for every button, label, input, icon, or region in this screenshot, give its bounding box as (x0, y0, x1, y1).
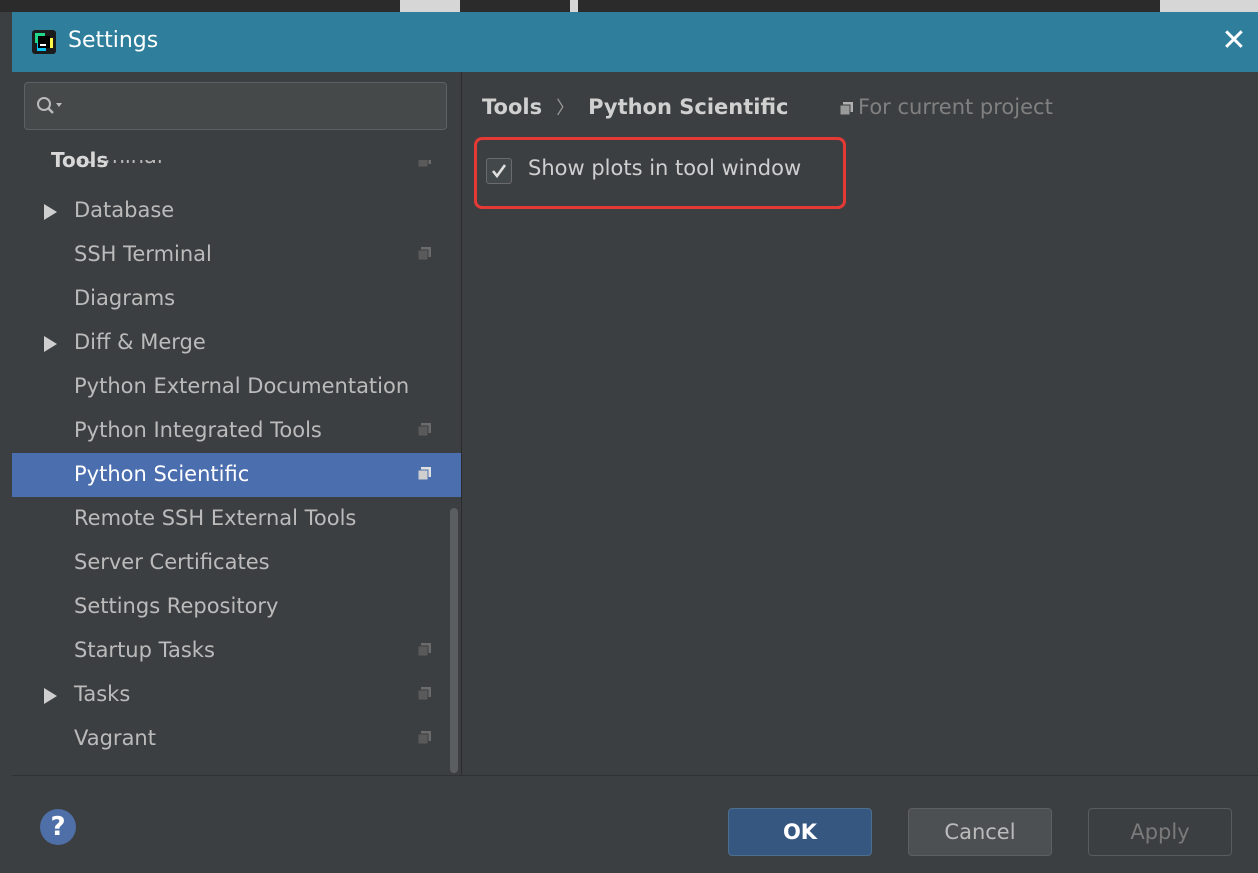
expand-arrow-icon[interactable] (44, 688, 57, 704)
expand-arrow-icon[interactable] (44, 336, 57, 352)
tree-item-label: Python External Documentation (74, 374, 410, 398)
tree-item-label: Diagrams (74, 286, 176, 310)
breadcrumb-parent[interactable]: Tools (482, 95, 542, 119)
settings-content-panel: Tools 〉 Python Scientific For current proj… (462, 72, 1258, 775)
tree-item-label: Diff & Merge (74, 330, 206, 354)
tree-item-server-certificates[interactable]: Server Certificates (12, 541, 461, 585)
project-scope-icon (418, 687, 431, 700)
sidebar-scrollbar[interactable] (450, 508, 458, 773)
cancel-button[interactable]: Cancel (908, 808, 1052, 856)
tree-item-vagrant[interactable]: Vagrant (12, 717, 461, 761)
project-scope-icon (418, 467, 431, 480)
close-icon[interactable]: ✕ (1218, 25, 1250, 57)
show-plots-label[interactable]: Show plots in tool window (528, 156, 801, 180)
tree-item-diagrams[interactable]: Diagrams (12, 277, 461, 321)
tree-item-diff-merge[interactable]: Diff & Merge (12, 321, 461, 365)
search-icon (37, 97, 62, 114)
breadcrumb-separator: 〉 (556, 98, 575, 119)
tree-item-label: Startup Tasks (74, 638, 215, 662)
scope-note-text: For current project (858, 95, 1053, 119)
show-plots-checkbox[interactable] (486, 158, 512, 184)
tree-item-python-scientific[interactable]: Python Scientific (12, 453, 461, 497)
tree-item-database[interactable]: Database (12, 189, 461, 233)
tree-item-label: Vagrant (74, 726, 156, 750)
title-bar: Settings ✕ (12, 12, 1258, 72)
settings-window: Settings ✕ Terminal Tools Database SSH T… (0, 0, 1258, 873)
project-scope-icon (418, 423, 431, 436)
tree-item-label: SSH Terminal (74, 242, 212, 266)
settings-sidebar: Terminal Tools Database SSH Terminal Dia… (12, 72, 462, 775)
project-scope-icon (418, 643, 431, 656)
tree-item-label: Settings Repository (74, 594, 279, 618)
project-scope-icon (840, 102, 853, 115)
search-input[interactable] (24, 82, 447, 130)
tree-item-python-integrated-tools[interactable]: Python Integrated Tools (12, 409, 461, 453)
scope-note: For current project (840, 95, 1053, 119)
project-scope-icon (418, 160, 431, 167)
checkmark-icon (491, 164, 507, 179)
settings-tree: Terminal Tools Database SSH Terminal Dia… (12, 134, 461, 775)
apply-button[interactable]: Apply (1088, 808, 1232, 856)
window-title: Settings (68, 28, 159, 53)
ok-button[interactable]: OK (728, 808, 872, 856)
tree-item-remote-ssh-external-tools[interactable]: Remote SSH External Tools (12, 497, 461, 541)
background-strip (0, 0, 1258, 12)
tree-item-label: Python Integrated Tools (74, 418, 322, 442)
tree-item-python-external-documentation[interactable]: Python External Documentation (12, 365, 461, 409)
breadcrumb: Tools 〉 Python Scientific (482, 94, 788, 120)
tree-item-ssh-terminal[interactable]: SSH Terminal (12, 233, 461, 277)
tree-item-startup-tasks[interactable]: Startup Tasks (12, 629, 461, 673)
expand-arrow-icon[interactable] (44, 204, 57, 220)
tree-item-label: Tasks (74, 682, 131, 706)
tree-item-label: Database (74, 198, 175, 222)
tree-item-tasks[interactable]: Tasks (12, 673, 461, 717)
project-scope-icon (418, 247, 431, 260)
tree-item-label: Remote SSH External Tools (74, 506, 357, 530)
dialog-footer: ? OK Cancel Apply (12, 775, 1258, 873)
tree-item-label: Python Scientific (74, 462, 250, 486)
tree-section-tools: Tools (51, 148, 109, 172)
pycharm-logo-icon (32, 30, 56, 54)
breadcrumb-current: Python Scientific (588, 95, 789, 119)
project-scope-icon (418, 731, 431, 744)
tree-item-settings-repository[interactable]: Settings Repository (12, 585, 461, 629)
tree-item-label: Server Certificates (74, 550, 270, 574)
help-button[interactable]: ? (40, 809, 76, 845)
